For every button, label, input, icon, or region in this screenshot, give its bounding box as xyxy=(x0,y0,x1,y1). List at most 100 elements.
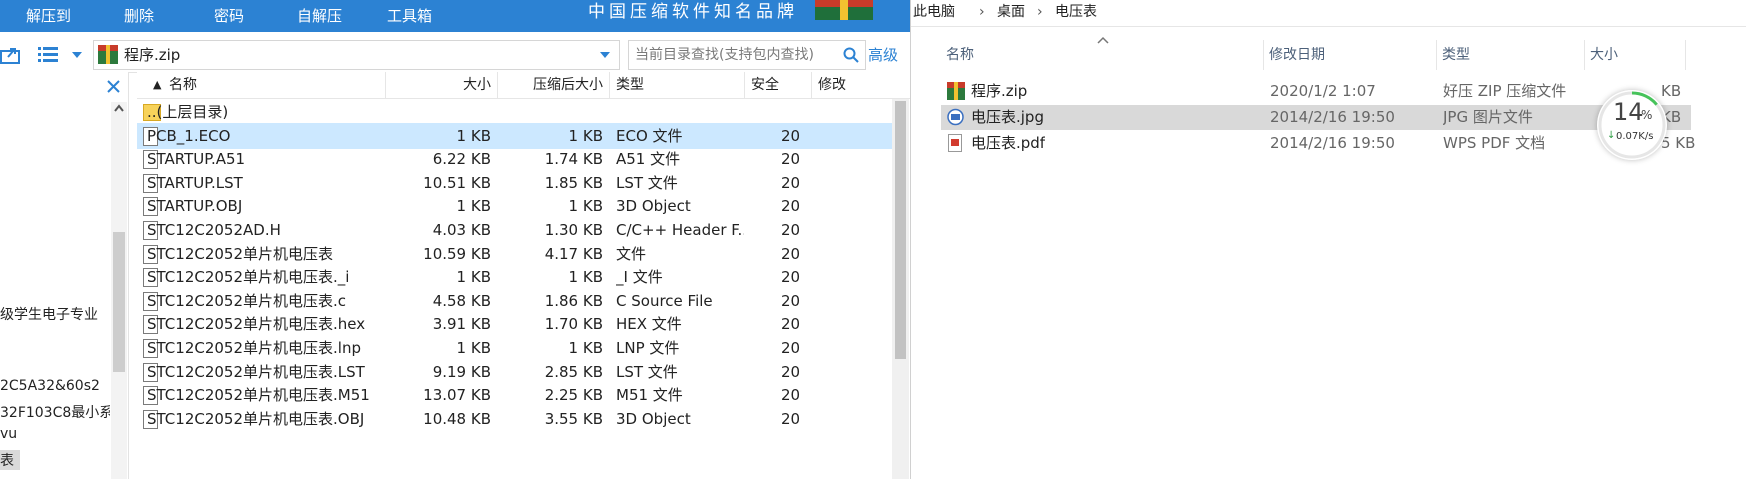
column-size[interactable]: 大小 xyxy=(386,72,498,98)
file-modified: 20 xyxy=(781,173,801,192)
network-speed-widget[interactable]: 14 % ↓ 0.07K/s xyxy=(1597,90,1667,160)
file-type: JPG 图片文件 xyxy=(1443,108,1533,126)
zip-file-icon xyxy=(947,82,965,100)
tree-item[interactable]: 2C5A32&60s2 xyxy=(0,378,110,394)
view-dropdown-icon[interactable] xyxy=(71,51,83,59)
search-icon[interactable] xyxy=(843,47,859,63)
explorer-column-modified-label: 修改日期 xyxy=(1269,47,1325,63)
parent-folder-row[interactable]: ..(上层目录) xyxy=(137,99,892,125)
haozip-logo-icon xyxy=(815,0,873,20)
breadcrumb-item[interactable]: 电压表 xyxy=(1055,0,1097,24)
tree-scrollbar[interactable] xyxy=(111,102,127,479)
advanced-search-link[interactable]: 高级 xyxy=(868,41,898,69)
file-modified: 20 xyxy=(781,362,801,381)
file-row[interactable]: STC12C2052单片机电压表._i 1 KB 1 KB _I 文件 20 xyxy=(137,264,892,290)
column-name[interactable]: ▲ 名称 xyxy=(137,72,386,98)
file-row[interactable]: STC12C2052单片机电压表.c 4.58 KB 1.86 KB C Source… xyxy=(137,288,892,314)
brand-slogan: 中国压缩软件知名品牌 xyxy=(588,2,798,22)
file-type: _I 文件 xyxy=(616,268,663,287)
path-dropdown-icon[interactable] xyxy=(599,51,611,59)
column-security[interactable]: 安全 xyxy=(745,72,812,98)
path-field[interactable]: 程序.zip xyxy=(93,40,620,70)
file-row[interactable]: PCB_1.ECO 1 KB 1 KB ECO 文件 20 xyxy=(137,122,892,149)
file-size: 4.58 KB xyxy=(432,291,491,310)
file-size xyxy=(386,99,491,125)
tree-item[interactable]: 32F103C8最小系 xyxy=(0,402,110,422)
file-type: LST 文件 xyxy=(616,362,678,381)
file-size: 10.48 KB xyxy=(423,409,491,428)
file-row[interactable]: STARTUP.A51 6.22 KB 1.74 KB A51 文件 20 xyxy=(137,146,892,172)
explorer-file-row[interactable]: 程序.zip 2020/1/2 1:07 好压 ZIP 压缩文件 KB xyxy=(941,79,1691,104)
close-pane-icon[interactable] xyxy=(107,80,120,93)
file-type: 3D Object xyxy=(616,409,691,428)
file-packed-size: 1.74 KB xyxy=(544,150,603,169)
file-type: C/C++ Header F... xyxy=(616,221,744,239)
tree-item-selected[interactable]: 表 xyxy=(0,450,20,470)
file-row[interactable]: STC12C2052单片机电压表.M51 13.07 KB 2.25 KB M51 文… xyxy=(137,382,892,408)
explorer-file-row[interactable]: 电压表.pdf 2014/2/16 19:50 WPS PDF 文档 5 KB xyxy=(941,131,1695,156)
file-size: 4.03 KB xyxy=(432,221,491,239)
self-extract-button[interactable]: 自解压 xyxy=(297,0,342,32)
file-type xyxy=(616,99,744,125)
file-size: 1 KB xyxy=(456,268,491,287)
up-folder-icon[interactable] xyxy=(0,45,22,65)
view-list-icon[interactable] xyxy=(38,45,58,63)
file-modified xyxy=(781,99,811,125)
file-name: STARTUP.A51 xyxy=(147,150,246,169)
tree-item[interactable]: vu xyxy=(0,426,110,442)
search-input[interactable]: 当前目录查找(支持包内查找) xyxy=(628,40,866,70)
file-packed-size: 1 KB xyxy=(568,268,603,287)
column-name-label: 名称 xyxy=(169,77,197,93)
file-row[interactable]: STARTUP.OBJ 1 KB 1 KB 3D Object 20 xyxy=(137,193,892,219)
file-name: STC12C2052AD.H xyxy=(147,221,281,239)
file-row[interactable]: STC12C2052单片机电压表 10.59 KB 4.17 KB 文件 20 xyxy=(137,241,892,267)
explorer-column-type[interactable]: 类型 xyxy=(1437,40,1585,70)
file-row[interactable]: STC12C2052单片机电压表.LST 9.19 KB 2.85 KB LST 文件… xyxy=(137,359,892,385)
explorer-column-size[interactable]: 大小 xyxy=(1585,40,1686,70)
column-modified-label: 修改 xyxy=(818,77,846,93)
file-packed-size: 1.86 KB xyxy=(544,291,603,310)
file-modified: 20 xyxy=(781,268,801,287)
breadcrumb-item[interactable]: 此电脑 xyxy=(913,0,955,24)
file-size: 13.07 KB xyxy=(423,386,491,405)
file-modified: 20 xyxy=(781,197,801,216)
file-row[interactable]: STC12C2052AD.H 4.03 KB 1.30 KB C/C++ Header… xyxy=(137,217,892,243)
delete-button[interactable]: 删除 xyxy=(124,0,154,32)
breadcrumb-item[interactable]: 桌面 xyxy=(997,0,1025,24)
file-row[interactable]: STC12C2052单片机电压表.OBJ 10.48 KB 3.55 KB 3D Ob… xyxy=(137,406,892,432)
file-modified: 20 xyxy=(781,244,801,263)
path-text: 程序.zip xyxy=(124,46,181,64)
breadcrumb-separator-icon: › xyxy=(979,4,985,20)
file-row[interactable]: STC12C2052单片机电压表.hex 3.91 KB 1.70 KB HEX 文件… xyxy=(137,311,892,337)
file-row[interactable]: STARTUP.LST 10.51 KB 1.85 KB LST 文件 20 xyxy=(137,170,892,196)
file-type: C Source File xyxy=(616,291,713,310)
file-type: ECO 文件 xyxy=(616,126,683,145)
file-name: STC12C2052单片机电压表.OBJ xyxy=(147,409,365,428)
sort-arrow-icon: ▲ xyxy=(153,78,162,91)
percent-sign: % xyxy=(1641,108,1653,122)
toolbar: 解压到 删除 密码 自解压 工具箱 中国压缩软件知名品牌 xyxy=(0,0,910,32)
tree-scroll-thumb[interactable] xyxy=(113,232,125,372)
file-size: 1 KB xyxy=(456,197,491,216)
explorer-column-name-label: 名称 xyxy=(946,47,974,63)
extract-to-button[interactable]: 解压到 xyxy=(26,0,71,32)
file-type: 好压 ZIP 压缩文件 xyxy=(1443,82,1567,100)
file-list-scrollbar[interactable] xyxy=(892,99,909,479)
explorer-window: 此电脑 › 桌面 › 电压表 名称 修改日期 类型 大小 程序.zip 2020… xyxy=(910,0,1746,479)
file-type: HEX 文件 xyxy=(616,315,682,334)
column-type[interactable]: 类型 xyxy=(610,72,745,98)
scroll-up-icon[interactable] xyxy=(114,104,124,112)
file-size: 10.59 KB xyxy=(423,244,491,263)
tree-item[interactable]: 级学生电子专业 xyxy=(0,304,110,324)
file-list-scroll-thumb[interactable] xyxy=(895,101,906,359)
file-list: ..(上层目录) PCB_1.ECO 1 KB 1 KB ECO 文件 20 STARTUP… xyxy=(137,99,892,479)
password-button[interactable]: 密码 xyxy=(214,0,244,32)
explorer-file-row-selected[interactable]: 电压表.jpg 2014/2/16 19:50 JPG 图片文件 KB xyxy=(941,105,1691,130)
explorer-column-name[interactable]: 名称 xyxy=(941,40,1264,70)
explorer-column-modified[interactable]: 修改日期 xyxy=(1264,40,1437,70)
file-name: STC12C2052单片机电压表._i xyxy=(147,268,350,287)
column-packed-size[interactable]: 压缩后大小 xyxy=(498,72,610,98)
column-modified[interactable]: 修改 xyxy=(812,72,892,98)
toolbox-button[interactable]: 工具箱 xyxy=(387,0,432,32)
file-row[interactable]: STC12C2052单片机电压表.lnp 1 KB 1 KB LNP 文件 20 xyxy=(137,335,892,361)
